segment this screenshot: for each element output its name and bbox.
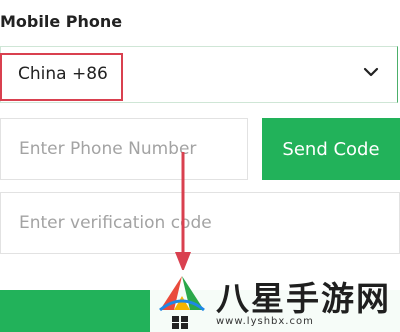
send-code-button[interactable]: Send Code — [262, 118, 400, 180]
chevron-down-icon — [363, 67, 379, 77]
mobile-phone-label: Mobile Phone — [0, 12, 123, 31]
watermark-url: www.lyshbx.com — [216, 316, 314, 327]
watermark-title: 八星手游网 — [216, 279, 391, 318]
site-logo-icon — [159, 276, 205, 329]
site-watermark: 八星手游网 www.lyshbx.com — [150, 270, 400, 332]
verification-code-input[interactable]: Enter verification code — [0, 192, 400, 254]
annotation-highlight-box — [0, 53, 123, 101]
phone-number-input[interactable]: Enter Phone Number — [0, 118, 248, 180]
annotation-arrow — [175, 152, 191, 272]
